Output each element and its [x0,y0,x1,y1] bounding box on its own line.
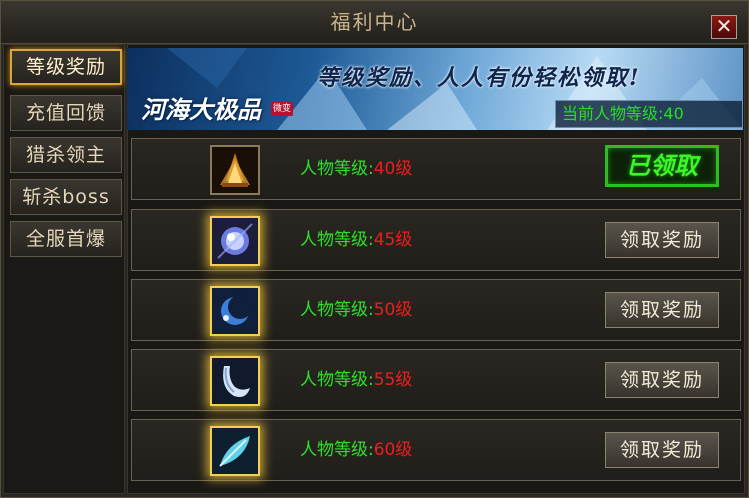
tab-recharge-rewards[interactable]: 充值回馈 [10,95,122,131]
level-requirement-value: 60级 [373,440,413,460]
tab-slay-boss[interactable]: 斩杀boss [10,179,122,215]
level-requirement-value: 45级 [373,230,413,250]
reward-row: 人物等级:55级 领取奖励 [131,349,741,411]
claimed-stamp: 已领取 [605,145,719,187]
reward-row: 人物等级:50级 领取奖励 [131,279,741,341]
crystal-orb-icon[interactable] [210,216,260,266]
level-requirement-value: 50级 [373,300,413,320]
banner-slogan: 等级奖励、人人有份轻松领取! [317,65,641,91]
level-requirement-label: 人物等级: [300,370,374,390]
horn-icon[interactable] [210,356,260,406]
level-requirement-value: 40级 [373,159,413,179]
logo-badge: 微变 [271,102,293,116]
reward-row: 人物等级:45级 领取奖励 [131,209,741,271]
tab-hunt-lords[interactable]: 猎杀领主 [10,137,122,173]
level-requirement-label: 人物等级: [300,300,374,320]
reward-row: 人物等级:40级 已领取 [131,138,741,200]
game-logo: 河海大极品 [141,95,261,124]
window-title: 福利中心 [330,10,419,34]
current-level-display: 当前人物等级:40 [555,100,743,128]
flame-crown-icon[interactable] [210,145,260,195]
crescent-orb-icon[interactable] [210,286,260,336]
claim-reward-button[interactable]: 领取奖励 [605,362,719,398]
level-requirement-label: 人物等级: [300,440,374,460]
reward-row: 人物等级:60级 领取奖励 [131,419,741,481]
claim-reward-button[interactable]: 领取奖励 [605,222,719,258]
title-bar: 福利中心 ✕ [1,1,748,44]
level-requirement-label: 人物等级: [300,159,374,179]
tab-server-first-drop[interactable]: 全服首爆 [10,221,122,257]
tab-level-rewards[interactable]: 等级奖励 [10,49,122,85]
feather-icon[interactable] [210,426,260,476]
claim-reward-button[interactable]: 领取奖励 [605,292,719,328]
level-requirement-value: 55级 [373,370,413,390]
sidebar: 等级奖励 充值回馈 猎杀领主 斩杀boss 全服首爆 [3,44,125,494]
claim-reward-button[interactable]: 领取奖励 [605,432,719,468]
close-button[interactable]: ✕ [711,15,737,39]
level-requirement-label: 人物等级: [300,230,374,250]
